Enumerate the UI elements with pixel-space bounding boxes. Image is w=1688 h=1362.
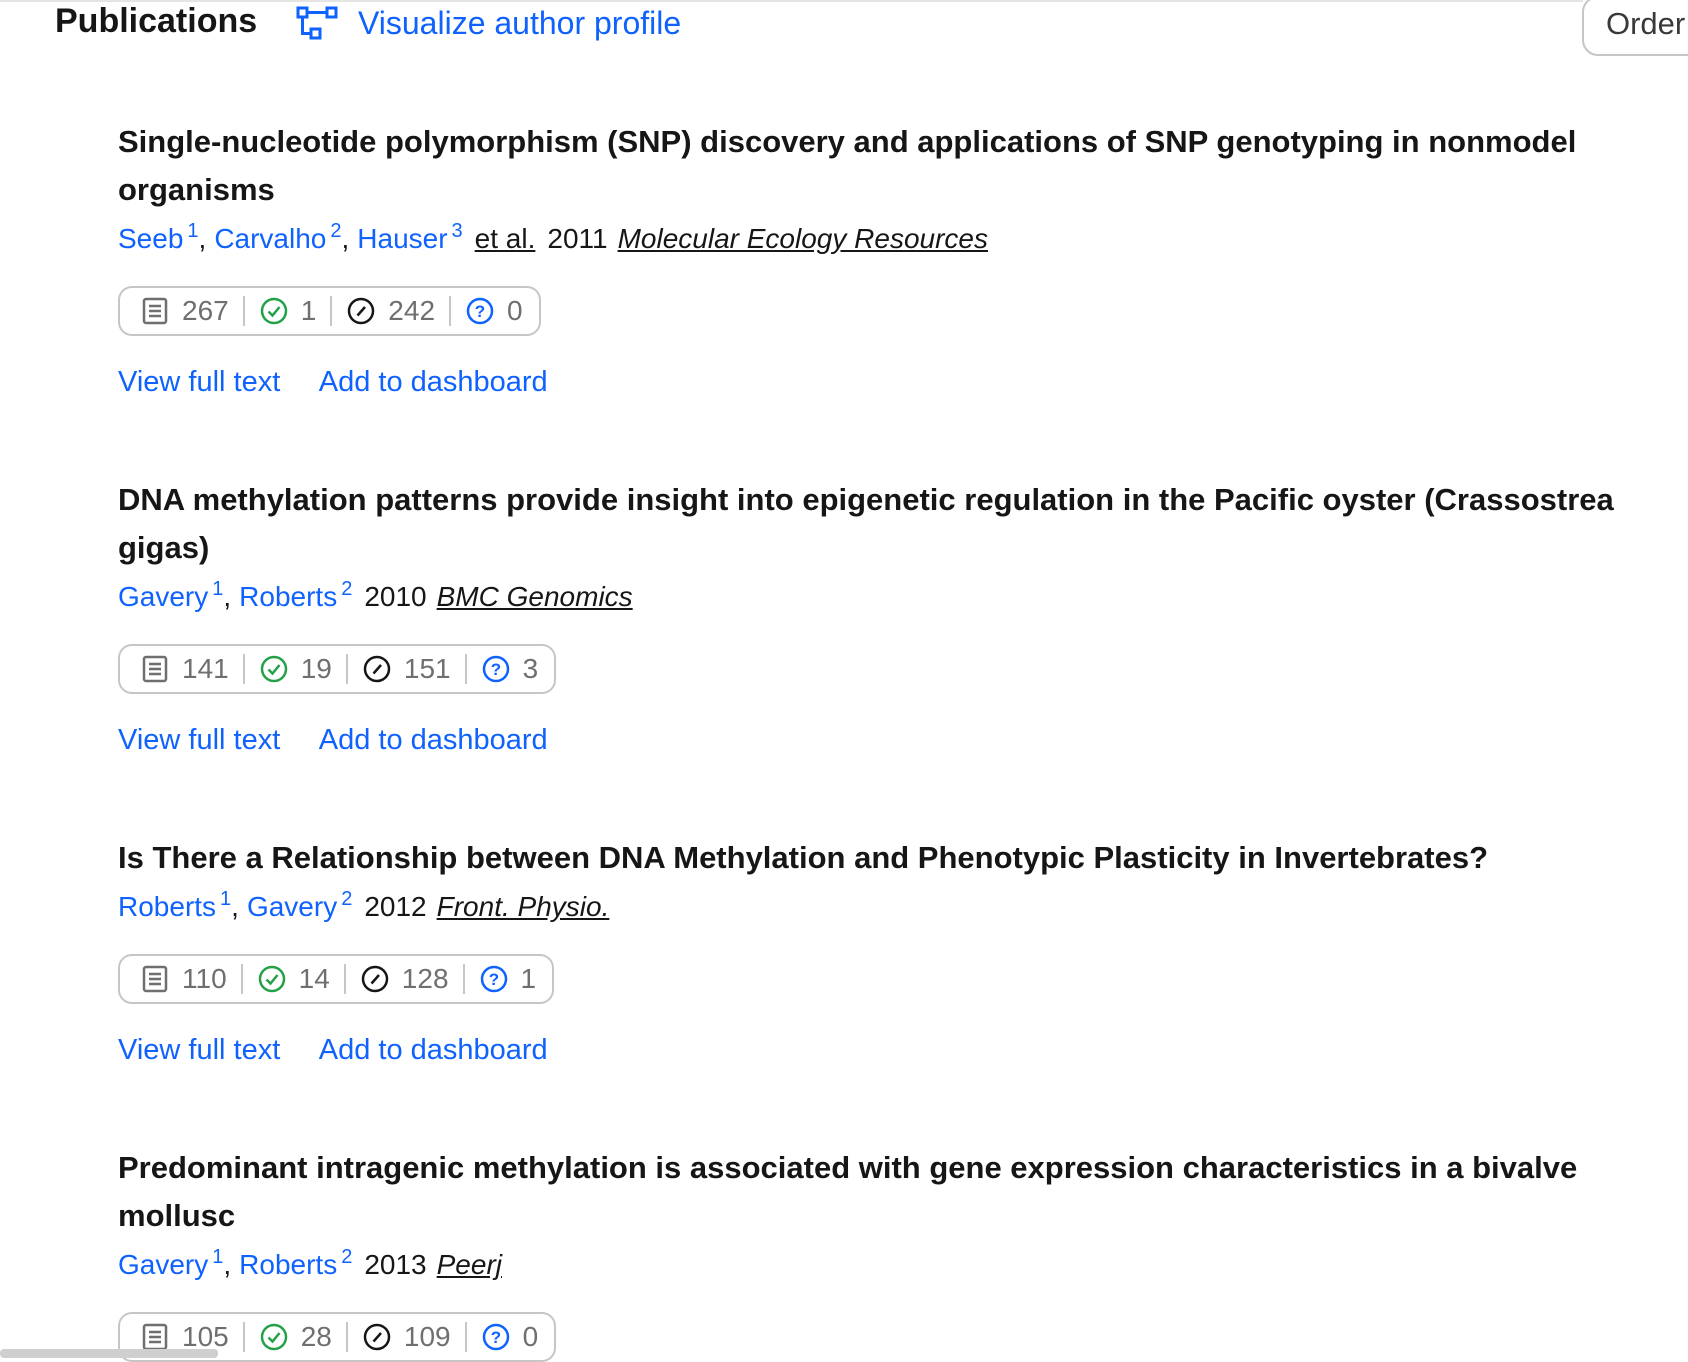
et-al-link[interactable]: et al. [475,223,536,254]
network-icon [296,6,338,40]
citing-count: 141 [140,653,229,685]
publication-title[interactable]: Predominant intragenic methylation is as… [118,1144,1618,1240]
publication-year: 2010 [364,581,427,612]
citation-stats[interactable]: 267 1 242 ? 0 [118,286,541,336]
check-circle-icon [258,965,285,993]
author-link[interactable]: Roberts 2 [239,1246,352,1280]
visualize-author-profile-link[interactable]: Visualize author profile [296,4,681,42]
author-link[interactable]: Roberts 1 [118,888,231,922]
divider [345,1322,348,1352]
order-label: Order [1606,6,1686,41]
supporting-count: 28 [259,1321,332,1353]
publication-meta: Gavery 1, Roberts 2 2013 Peerj [118,1246,502,1280]
add-to-dashboard-link[interactable]: Add to dashboard [319,1034,548,1066]
order-dropdown[interactable]: Order [1582,0,1688,56]
mentioning-count: 109 [362,1321,451,1353]
slash-circle-icon [348,297,375,325]
author-link[interactable]: Roberts 2 [239,578,352,612]
view-full-text-link[interactable]: View full text [118,724,280,756]
contrasting-count: ? 3 [481,653,538,685]
document-icon [142,965,168,993]
publication-title[interactable]: DNA methylation patterns provide insight… [118,476,1618,572]
question-circle-icon: ? [480,965,507,993]
divider [330,296,333,326]
svg-text:?: ? [475,302,485,321]
horizontal-scrollbar[interactable] [0,1349,218,1358]
publication-actions: View full text Add to dashboard [118,724,1618,757]
svg-text:?: ? [488,970,498,989]
publication-year: 2011 [547,223,608,254]
view-full-text-link[interactable]: View full text [118,366,280,398]
supporting-count: 19 [259,653,332,685]
check-circle-icon [260,655,287,683]
divider [242,296,245,326]
check-circle-icon [260,297,287,325]
divider [343,964,346,994]
question-circle-icon: ? [482,1323,509,1351]
divider [242,654,245,684]
svg-text:?: ? [490,1328,500,1347]
divider [345,654,348,684]
author-link[interactable]: Gavery 2 [247,888,352,922]
journal-link[interactable]: Molecular Ecology Resources [618,223,988,254]
publication-year: 2013 [364,1249,427,1280]
author-link[interactable]: Carvalho 2 [214,220,341,254]
contrasting-count: ? 1 [479,963,536,995]
publication-title[interactable]: Single-nucleotide polymorphism (SNP) dis… [118,118,1618,214]
divider [449,296,452,326]
publication-item: DNA methylation patterns provide insight… [118,476,1618,757]
contrasting-count: ? 0 [481,1321,538,1353]
slash-circle-icon [361,965,389,993]
citation-stats[interactable]: 141 19 151 ? 3 [118,644,557,694]
document-icon [142,655,168,683]
page-title: Publications [55,2,258,40]
question-circle-icon: ? [482,655,509,683]
view-full-text-link[interactable]: View full text [118,1034,280,1066]
publications-header: Publications Visualize author profile Or… [0,0,1688,60]
citing-count: 110 [140,963,227,995]
journal-link[interactable]: BMC Genomics [437,581,633,612]
citation-stats[interactable]: 110 14 128 ? 1 [118,954,555,1004]
svg-text:?: ? [490,660,500,679]
publication-item: Predominant intragenic methylation is as… [118,1144,1618,1362]
publication-meta: Seeb 1, Carvalho 2, Hauser 3 et al. 2011 Molecul… [118,220,988,254]
author-link[interactable]: Hauser 3 [357,220,462,254]
divider [242,1322,245,1352]
contrasting-count: ? 0 [465,295,523,327]
author-link[interactable]: Seeb 1 [118,220,199,254]
check-circle-icon [260,1323,287,1351]
document-icon [142,1323,168,1351]
publication-actions: View full text Add to dashboard [118,1034,1618,1067]
publication-meta: Gavery 1, Roberts 2 2010 BMC Genomics [118,578,633,612]
publication-actions: View full text Add to dashboard [118,366,1618,399]
mentioning-count: 128 [360,963,449,995]
slash-circle-icon [363,655,391,683]
mentioning-count: 151 [362,653,451,685]
journal-link[interactable]: Peerj [437,1249,502,1280]
divider [464,654,467,684]
divider [240,964,243,994]
add-to-dashboard-link[interactable]: Add to dashboard [319,366,548,398]
visualize-label: Visualize author profile [358,4,682,41]
supporting-count: 1 [259,295,316,327]
divider [462,964,465,994]
divider [464,1322,467,1352]
author-link[interactable]: Gavery 1 [118,1246,223,1280]
add-to-dashboard-link[interactable]: Add to dashboard [319,724,548,756]
publication-title[interactable]: Is There a Relationship between DNA Meth… [118,834,1618,882]
publication-item: Is There a Relationship between DNA Meth… [118,834,1618,1067]
question-circle-icon: ? [466,297,494,325]
mentioning-count: 242 [346,295,435,327]
publication-item: Single-nucleotide polymorphism (SNP) dis… [118,118,1618,399]
author-link[interactable]: Gavery 1 [118,578,223,612]
supporting-count: 14 [257,963,330,995]
publication-year: 2012 [364,891,427,922]
journal-link[interactable]: Front. Physio. [437,891,610,922]
document-icon [142,297,168,325]
citing-count: 267 [140,295,229,327]
publication-meta: Roberts 1, Gavery 2 2012 Front. Physio. [118,888,610,922]
slash-circle-icon [363,1323,391,1351]
